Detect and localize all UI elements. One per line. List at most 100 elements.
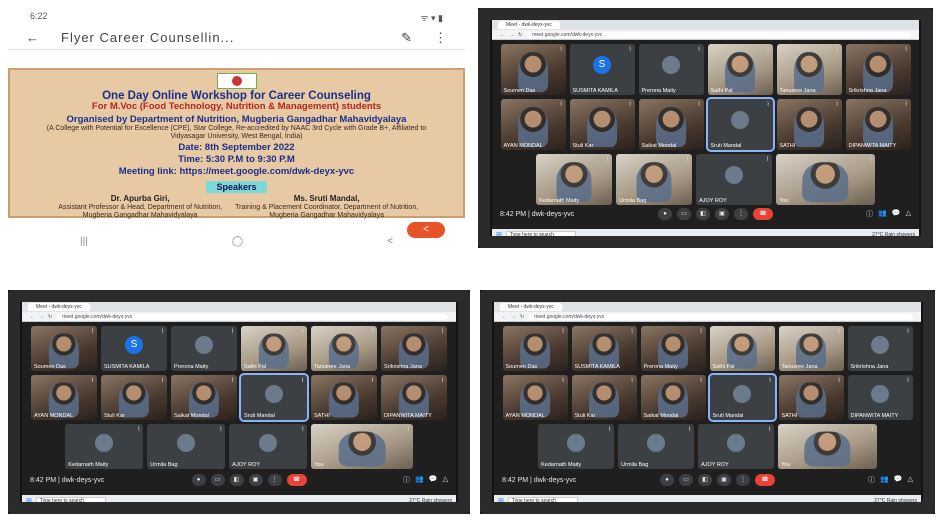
reload-icon[interactable]: ↻ [518,32,522,38]
participant-tile[interactable]: ⌇ Saikat Mondal [638,99,704,150]
windows-start-icon[interactable]: ⊞ [498,497,504,505]
taskbar-search[interactable]: Type here to search [507,496,578,505]
back-arrow-icon[interactable]: ← [26,30,39,45]
weather-widget[interactable]: 27°C Rain showers [874,498,917,504]
back-icon[interactable]: ← [500,32,505,38]
participant-tile[interactable]: ⌇ Stuli Kar [101,375,167,420]
participant-tile[interactable]: ⌇ You [311,424,413,469]
weather-widget[interactable]: 27°C Rain showers [872,232,915,238]
info-icon[interactable]: ⓘ [866,209,873,219]
participant-tile[interactable]: ⌇ You [778,424,877,469]
participant-tile[interactable]: ⌇ Srikrishna Jana [381,326,447,371]
participant-tile[interactable]: ⌇ Saikat Mondal [640,375,706,420]
participant-tile[interactable]: ⌇ AYAN MONDAL [502,375,568,420]
camera-icon[interactable]: ▭ [210,474,225,486]
participant-tile[interactable]: ⌇ Sathi Pal [707,44,773,95]
present-icon[interactable]: ▣ [715,208,729,220]
participant-tile[interactable]: ⌇ Kedarnath Maity [536,154,613,205]
participant-tile[interactable]: ⌇ Sathi Pal [709,326,775,371]
chat-icon[interactable]: 💬 [894,475,903,485]
participant-tile[interactable]: ⌇ Prerona Maity [171,326,237,371]
mic-icon[interactable]: ● [660,474,674,486]
url-field[interactable]: meet.google.com/dwk-deyx-yvc [528,313,913,320]
captions-icon[interactable]: ◧ [229,474,244,486]
participant-tile[interactable]: ⌇ DIPANWITA MAITY [847,375,913,420]
participant-tile[interactable]: ⌇ Urmila Bag [616,154,693,205]
edit-icon[interactable]: ✎ [401,30,412,46]
browser-tab[interactable]: Meet - dwk-deyx-yvc [498,21,560,29]
info-icon[interactable]: ⓘ [403,475,410,485]
people-icon[interactable]: 👥 [878,209,887,219]
activities-icon[interactable]: △ [908,475,913,485]
taskbar-search[interactable]: Type here to search [505,230,576,239]
participant-tile[interactable]: ⌇ DIPANWITA MAITY [845,99,911,150]
forward-icon[interactable]: → [39,314,44,320]
participant-tile[interactable]: ⌇ SATHI [778,375,844,420]
back-icon[interactable]: ← [502,314,507,320]
participant-tile[interactable]: ⌇ Stuli Kar [569,99,635,150]
chat-icon[interactable]: 💬 [429,475,438,485]
weather-widget[interactable]: 27°C Rain showers [409,498,452,504]
more-icon[interactable]: ⋮ [734,208,748,220]
present-icon[interactable]: ▣ [248,474,263,486]
info-icon[interactable]: ⓘ [868,475,875,485]
url-field[interactable]: meet.google.com/dwk-deyx-yvc [56,313,448,320]
end-call-icon[interactable]: ☎ [755,474,775,486]
participant-tile[interactable]: ⌇ Sruti Mandal [705,97,775,152]
participant-tile[interactable]: ⌇ Sruti Mandal [239,373,309,422]
more-icon[interactable]: ⋮ [267,474,282,486]
participant-tile[interactable]: ⌇ Prerona Maity [640,326,706,371]
participant-tile[interactable]: ⌇ AYAN MONDAL [31,375,97,420]
participant-tile[interactable]: ⌇ SATHI [311,375,377,420]
participant-tile[interactable]: ⌇ Kedarnath Maity [65,424,144,469]
browser-tab[interactable]: Meet - dwk-deyx-yvc [500,303,562,311]
back-icon[interactable]: < [387,236,393,247]
people-icon[interactable]: 👥 [880,475,889,485]
participant-tile[interactable]: S ⌇ SUSMITA KAMILA [101,326,167,371]
participant-tile[interactable]: ⌇ Soumen Das [31,326,97,371]
participant-tile[interactable]: ⌇ AJOY ROY [696,154,773,205]
participant-tile[interactable]: ⌇ Soumen Das [500,44,566,95]
url-field[interactable]: meet.google.com/dwk-deyx-yvc [526,31,911,38]
captions-icon[interactable]: ◧ [698,474,712,486]
mic-icon[interactable]: ● [191,474,206,486]
browser-tab[interactable]: Meet - dwk-deyx-yvc [28,303,90,311]
camera-icon[interactable]: ▭ [677,208,691,220]
end-call-icon[interactable]: ☎ [753,208,773,220]
windows-start-icon[interactable]: ⊞ [26,497,32,505]
mic-icon[interactable]: ● [658,208,672,220]
people-icon[interactable]: 👥 [415,475,424,485]
windows-start-icon[interactable]: ⊞ [496,231,502,239]
participant-tile[interactable]: ⌇ Prerona Maity [638,44,704,95]
forward-icon[interactable]: → [509,32,514,38]
captions-icon[interactable]: ◧ [696,208,710,220]
home-icon[interactable]: ◯ [232,236,243,247]
reload-icon[interactable]: ↻ [48,314,52,320]
participant-tile[interactable]: ⌇ Urmila Bag [147,424,226,469]
more-vert-icon[interactable]: ⋮ [434,30,447,46]
camera-icon[interactable]: ▭ [679,474,693,486]
participant-tile[interactable]: ⌇ SATHI [776,99,842,150]
participant-tile[interactable]: ⌇ Tanusree Jana [776,44,842,95]
activities-icon[interactable]: △ [443,475,448,485]
participant-tile[interactable]: ⌇ Sruti Mandal [707,373,777,422]
recents-icon[interactable]: ||| [80,236,88,247]
participant-tile[interactable]: ⌇ DIPANWITA MAITY [381,375,447,420]
reload-icon[interactable]: ↻ [520,314,524,320]
participant-tile[interactable]: ⌇ Stuli Kar [571,375,637,420]
participant-tile[interactable]: ⌇ You [776,154,875,205]
participant-tile[interactable]: ⌇ Tanusree Jana [778,326,844,371]
present-icon[interactable]: ▣ [717,474,731,486]
taskbar-search[interactable]: Type here to search [35,496,106,505]
activities-icon[interactable]: △ [906,209,911,219]
participant-tile[interactable]: ⌇ Saikat Mondal [171,375,237,420]
back-icon[interactable]: ← [30,314,35,320]
participant-tile[interactable]: ⌇ Srikrishna Jana [845,44,911,95]
forward-icon[interactable]: → [511,314,516,320]
participant-tile[interactable]: ⌇ Sathi Pal [241,326,307,371]
participant-tile[interactable]: ⌇ AJOY ROY [698,424,775,469]
participant-tile[interactable]: ⌇ Tanusree Jana [311,326,377,371]
participant-tile[interactable]: ⌇ SUSMITA KAMILA [571,326,637,371]
participant-tile[interactable]: ⌇ AYAN MONDAL [500,99,566,150]
participant-tile[interactable]: S ⌇ SUSMITA KAMILA [569,44,635,95]
